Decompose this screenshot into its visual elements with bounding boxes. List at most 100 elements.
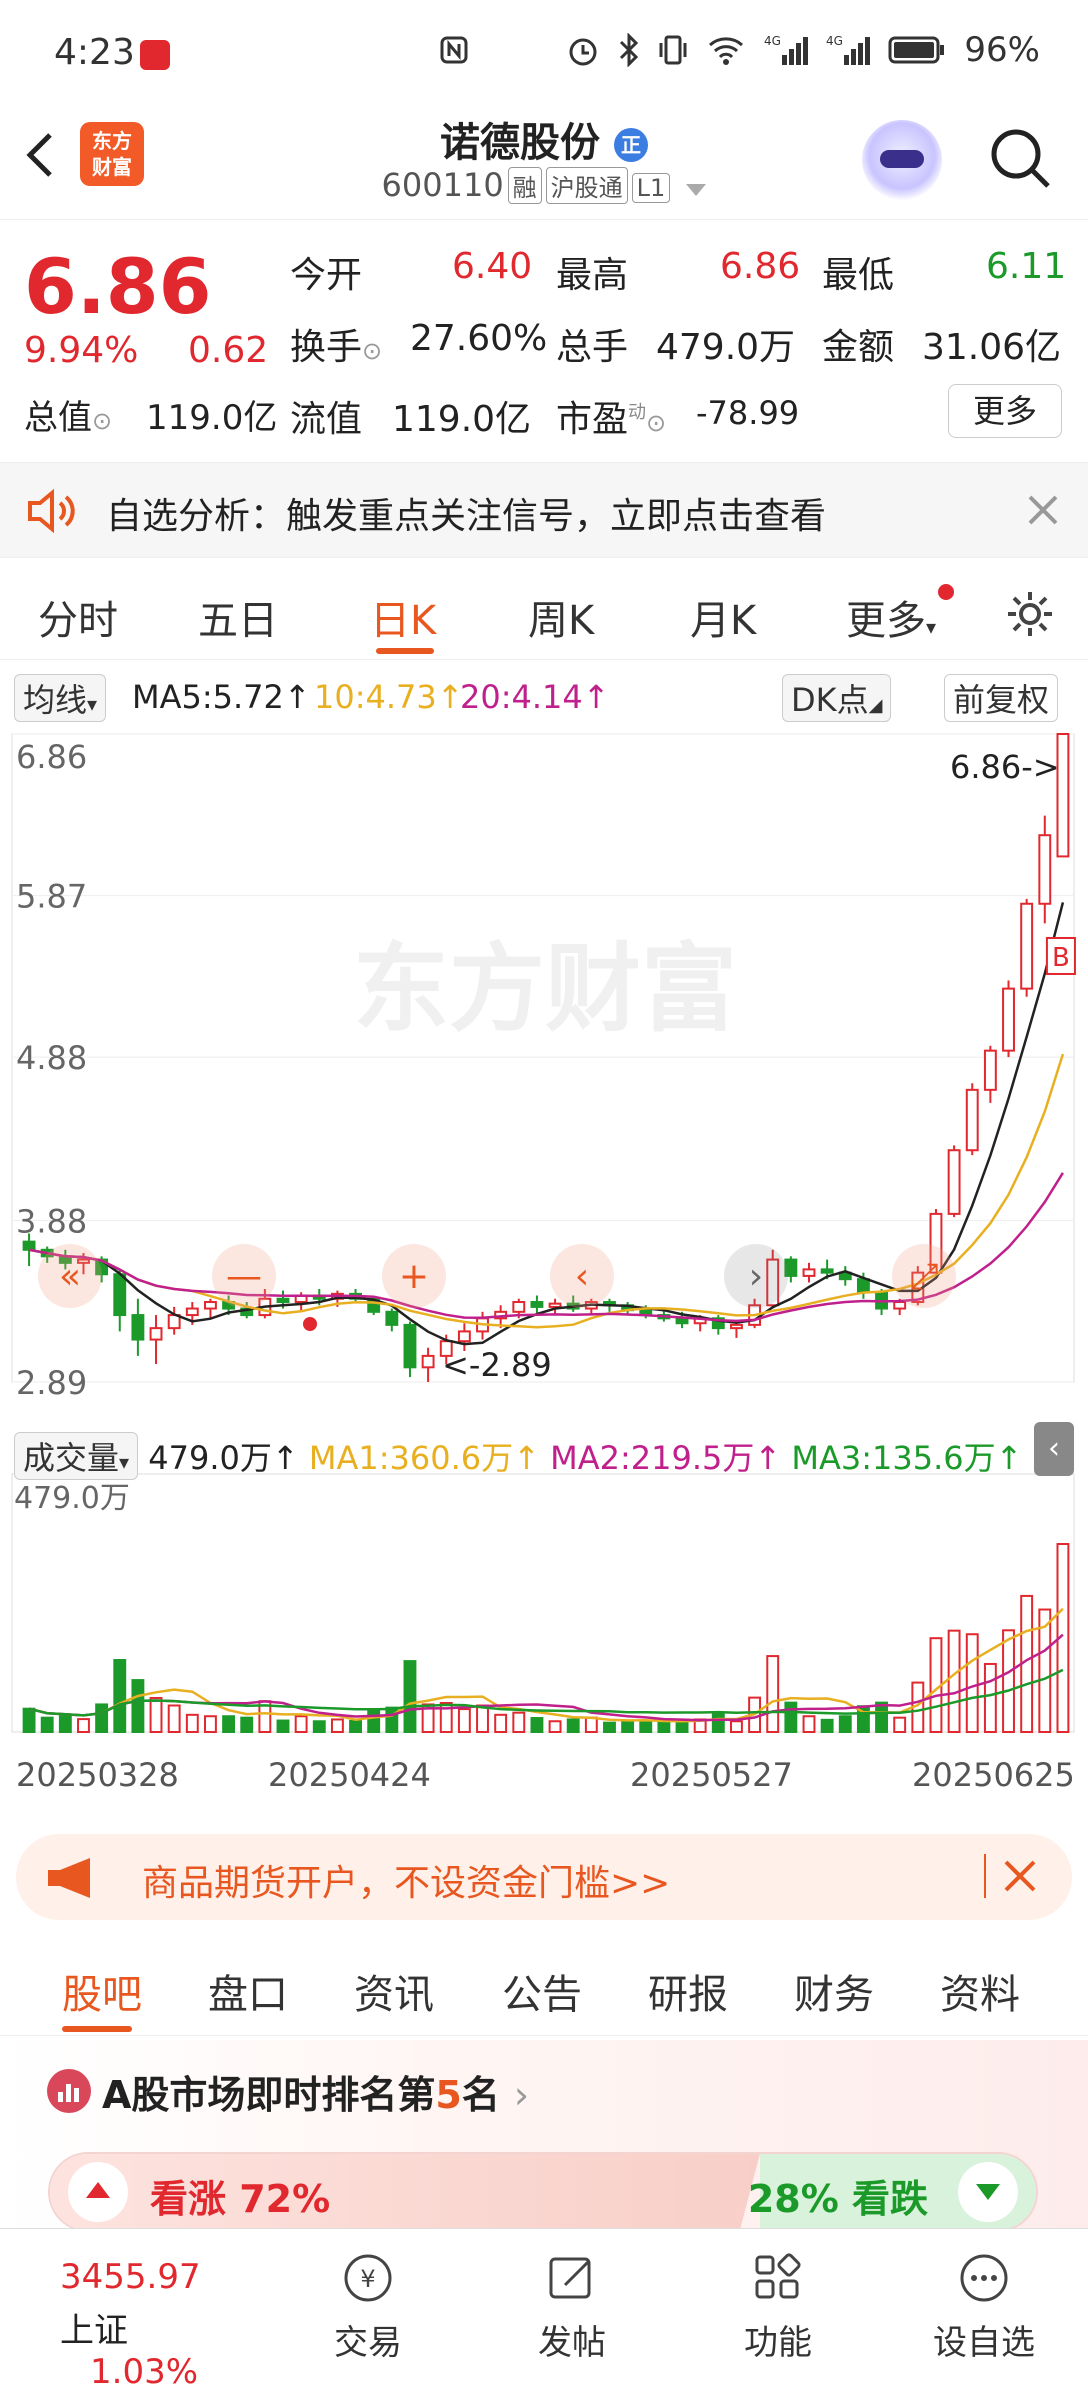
tab-monthly-k[interactable]: 月K xyxy=(690,588,756,646)
tab-five-day[interactable]: 五日 xyxy=(198,588,278,646)
close-icon[interactable] xyxy=(1002,1858,1038,1894)
candle-body xyxy=(22,1240,36,1251)
candle-body xyxy=(947,1149,961,1215)
more-button[interactable]: 更多 xyxy=(948,384,1062,438)
float-value: 119.0亿 xyxy=(392,399,532,440)
signal-4g-icon: 4G xyxy=(764,34,809,65)
nav-trade[interactable]: ¥ 交易 xyxy=(308,2249,428,2364)
bearish-button[interactable] xyxy=(958,2162,1018,2222)
tab-financials[interactable]: 财务 xyxy=(794,1962,874,2020)
vibrate-icon xyxy=(659,35,687,65)
date-tick-label: 20250625 xyxy=(912,1756,1075,1794)
dropdown-triangle-icon[interactable] xyxy=(686,184,707,196)
ma-type-select[interactable]: 均线▾ xyxy=(14,674,107,722)
alarm-icon xyxy=(569,38,597,66)
info-icon[interactable]: ⊙ xyxy=(92,407,112,435)
price-tick-label: 4.88 xyxy=(16,1039,87,1077)
tab-intraday[interactable]: 分时 xyxy=(38,588,118,646)
rank-chart-icon xyxy=(47,2069,91,2113)
candle-body xyxy=(457,1330,471,1343)
stock-code: 600110 xyxy=(381,166,504,204)
rank-text: A股市场即时排名第5名 › xyxy=(102,2073,530,2117)
speaker-icon xyxy=(28,489,75,533)
tab-forum[interactable]: 股吧 xyxy=(62,1962,142,2020)
tab-news[interactable]: 资讯 xyxy=(354,1962,434,2020)
ad-banner[interactable]: 商品期货开户，不设资金门槛>> xyxy=(16,1834,1072,1920)
trade-icon: ¥ xyxy=(344,2254,392,2302)
candle-body xyxy=(675,1317,689,1325)
volume-bar xyxy=(185,1713,199,1733)
tab-orderbook[interactable]: 盘口 xyxy=(208,1962,288,2020)
vol-legend: 成交量▾ 479.0万↑ MA1:360.6万↑ MA2:219.5万↑ MA3… xyxy=(14,1432,1022,1480)
volume-bar xyxy=(621,1719,635,1733)
index-value: 3455.97 xyxy=(60,2257,201,2297)
candle-body xyxy=(1002,987,1015,1052)
volume-bar xyxy=(893,1716,907,1734)
volume-bar xyxy=(548,1720,562,1733)
dropdown-small-icon: ▾ xyxy=(926,615,937,639)
dk-point-button[interactable]: DK点◢ xyxy=(782,674,892,722)
last-price: 6.86 xyxy=(24,242,212,331)
open-value: 6.40 xyxy=(452,246,533,287)
wifi-icon xyxy=(709,37,744,65)
volume-bar xyxy=(222,1715,236,1734)
new-dot xyxy=(938,584,954,600)
nav-add-watchlist[interactable]: 设自选 xyxy=(924,2249,1044,2364)
volume-bar xyxy=(820,1718,834,1734)
tab-research[interactable]: 研报 xyxy=(648,1962,728,2020)
candle-body xyxy=(1038,834,1052,905)
app-notification-icon xyxy=(140,40,170,70)
candlestick-chart[interactable]: 6.86 5.87 4.88 3.88 2.89 东方财富 6.86-> <-2.89 B « — +… xyxy=(0,722,1088,1822)
gear-icon[interactable] xyxy=(1004,588,1056,640)
volume-bar xyxy=(385,1706,399,1734)
candle-body xyxy=(1020,902,1034,990)
watermark: 东方财富 xyxy=(353,933,737,1045)
candle-body xyxy=(421,1354,435,1369)
collapse-panel-button[interactable]: ‹ xyxy=(1034,1422,1074,1476)
analysis-banner[interactable]: 自选分析：触发重点关注信号，立即点击查看 xyxy=(0,462,1088,558)
status-time: 4:23 xyxy=(54,32,135,73)
volume-max-label: 479.0万 xyxy=(14,1481,130,1516)
close-icon[interactable] xyxy=(1026,493,1060,527)
vol-type-select[interactable]: 成交量▾ xyxy=(14,1432,139,1480)
nav-functions[interactable]: 功能 xyxy=(718,2249,838,2364)
tab-daily-k[interactable]: 日K xyxy=(370,588,436,646)
adjust-button[interactable]: 前复权 xyxy=(944,674,1059,722)
change-pct: 9.94% xyxy=(24,330,139,371)
chart-nav-prev-fast-icon: « xyxy=(59,1256,81,1297)
float-label: 流值 xyxy=(290,399,363,440)
info-icon[interactable]: ⊙ xyxy=(362,337,382,365)
volume-bar xyxy=(276,1719,290,1734)
info-icon[interactable]: ⊙ xyxy=(646,409,666,437)
bullish-button[interactable] xyxy=(68,2162,128,2222)
bottom-nav: 3455.97 上证1.03% ¥ 交易 发帖 功能 设自选 xyxy=(0,2228,1088,2400)
volume-bar xyxy=(603,1721,616,1733)
tab-weekly-k[interactable]: 周K xyxy=(528,588,594,646)
buy-signal-label: B xyxy=(1052,943,1070,973)
chart-nav-prev-icon: ‹ xyxy=(575,1256,589,1297)
nav-post[interactable]: 发帖 xyxy=(512,2249,632,2364)
down-triangle-icon xyxy=(976,2184,1000,2200)
index-change: 1.03% xyxy=(90,2352,199,2392)
price-tick-label: 3.88 xyxy=(16,1202,87,1240)
tab-profile[interactable]: 资料 xyxy=(940,1962,1020,2020)
robot-avatar[interactable] xyxy=(862,120,942,200)
name-badge: 正 xyxy=(613,128,648,162)
index-ticker[interactable]: 3455.97 上证1.03% xyxy=(60,2257,260,2392)
market-rank-card[interactable]: A股市场即时排名第5名 › 看涨 72% 28% 看跌 xyxy=(0,2040,1088,2232)
tab-announcements[interactable]: 公告 xyxy=(502,1962,582,2020)
volume-bar xyxy=(639,1719,653,1733)
volume-bar xyxy=(512,1711,526,1733)
volume-bar xyxy=(566,1718,580,1734)
turnover-value: 27.60% xyxy=(410,318,548,359)
tag-level: L1 xyxy=(631,173,671,203)
volume-bar xyxy=(240,1716,254,1734)
vol-ma2: MA2:219.5万↑ xyxy=(550,1439,782,1477)
volume-bar xyxy=(965,1633,979,1733)
tab-more[interactable]: 更多▾ xyxy=(846,588,936,646)
svg-text:4G: 4G xyxy=(826,34,843,48)
search-icon[interactable] xyxy=(986,124,1056,194)
candle-body xyxy=(113,1273,127,1317)
volume-bar xyxy=(131,1679,145,1733)
amount-label: 金额 xyxy=(822,327,895,368)
